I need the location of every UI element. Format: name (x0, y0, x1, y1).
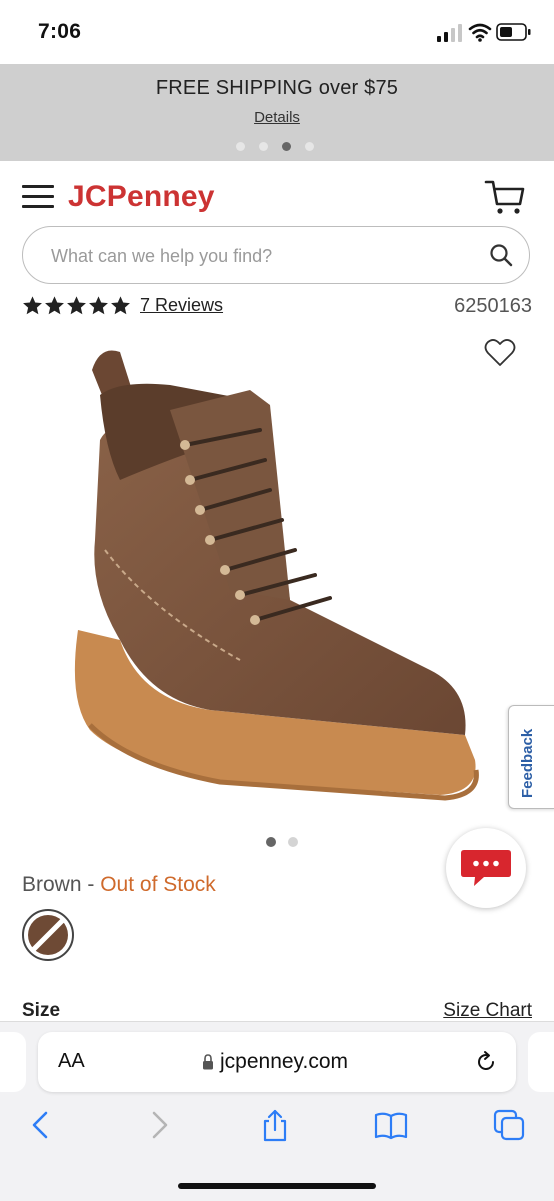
heart-icon[interactable] (484, 338, 516, 368)
color-label: Brown (22, 873, 82, 896)
stock-status: Out of Stock (100, 873, 216, 896)
search-icon[interactable] (489, 243, 513, 267)
reviews-link[interactable]: 7 Reviews (140, 295, 223, 316)
image-dot[interactable] (288, 837, 298, 847)
star-rating (22, 295, 131, 317)
url-text: jcpenney.com (220, 1050, 349, 1073)
chat-icon (461, 850, 511, 886)
promo-dot[interactable] (305, 142, 314, 151)
share-icon[interactable] (258, 1108, 292, 1142)
chat-button[interactable] (446, 828, 526, 908)
reader-aa-button[interactable]: AA (58, 1050, 85, 1073)
url-display[interactable]: jcpenney.com (202, 1050, 348, 1074)
cart-icon[interactable] (484, 178, 526, 216)
size-chart-link[interactable]: Size Chart (443, 1000, 532, 1022)
image-dot-active[interactable] (266, 837, 276, 847)
promo-title: FREE SHIPPING over $75 (155, 77, 399, 99)
promo-dot-active[interactable] (282, 142, 291, 151)
image-carousel-dots (266, 837, 298, 847)
reload-icon[interactable] (474, 1050, 498, 1074)
feedback-label: Feedback (519, 728, 536, 798)
color-status: Brown - Out of Stock (22, 873, 216, 897)
cellular-signal-icon (437, 24, 462, 42)
promo-dot[interactable] (259, 142, 268, 151)
bookmarks-icon[interactable] (374, 1108, 408, 1142)
star-icon (45, 296, 64, 315)
next-tab-preview[interactable] (528, 1032, 554, 1092)
home-indicator (178, 1183, 376, 1189)
previous-tab-preview[interactable] (0, 1032, 26, 1092)
forward-icon[interactable] (142, 1108, 176, 1142)
battery-icon (496, 23, 531, 41)
size-label: Size (22, 1000, 61, 1021)
search-input[interactable] (49, 227, 473, 285)
star-icon (111, 296, 130, 315)
star-icon (67, 296, 86, 315)
star-icon (23, 296, 42, 315)
feedback-tab[interactable]: Feedback (508, 705, 554, 809)
product-image-boot[interactable] (60, 340, 490, 820)
lock-icon (203, 1054, 213, 1070)
jcpenney-logo[interactable]: JCPenney (68, 180, 215, 214)
status-time: 7:06 (38, 20, 82, 43)
promo-dot[interactable] (236, 142, 245, 151)
search-bar[interactable] (22, 226, 530, 285)
promo-details-link[interactable]: Details (0, 109, 554, 126)
menu-icon[interactable] (22, 185, 54, 209)
color-swatch-brown[interactable] (22, 909, 74, 961)
promo-carousel-dots (236, 142, 320, 152)
wifi-icon (468, 23, 492, 42)
product-id: 6250163 (454, 295, 532, 317)
tabs-icon[interactable] (492, 1108, 526, 1142)
back-icon[interactable] (24, 1108, 58, 1142)
address-bar[interactable]: AA jcpenney.com (38, 1032, 516, 1092)
star-icon (89, 296, 108, 315)
color-separator: - (81, 873, 101, 896)
